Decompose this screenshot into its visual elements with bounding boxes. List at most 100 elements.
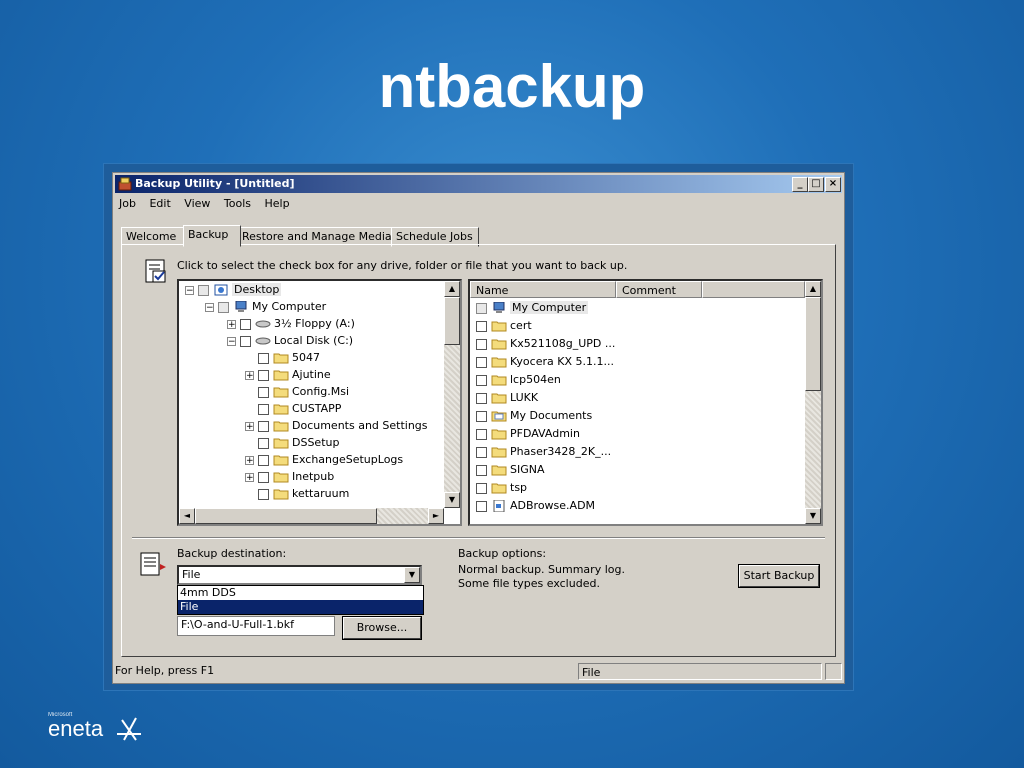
tree-node[interactable]: +3½ Floppy (A:) [227,315,355,332]
checkbox[interactable] [476,482,487,494]
checkbox[interactable] [476,428,487,440]
expand-icon[interactable]: + [245,455,254,465]
status-bar: For Help, press F1 File [115,661,842,681]
destination-dropdown-list[interactable]: 4mm DDS File [177,585,424,615]
checkbox[interactable] [198,284,209,296]
checkbox[interactable] [240,335,251,347]
scroll-right-icon[interactable]: ► [428,508,444,524]
folder-icon [491,483,507,494]
list-scroll-down-icon[interactable]: ▼ [805,508,821,524]
checkbox[interactable] [476,356,487,368]
tree-vertical-scrollbar[interactable]: ▲ ▼ [444,281,460,508]
list-item[interactable]: LUKK [476,389,538,406]
checkbox[interactable] [476,446,487,458]
checkbox[interactable] [258,352,269,364]
tree-node[interactable]: + Ajutine [245,366,331,383]
list-item[interactable]: tsp [476,479,527,496]
list-item[interactable]: My Computer [476,299,589,316]
tree-node[interactable]: − My Computer [205,298,326,315]
scroll-down-icon[interactable]: ▼ [444,492,460,508]
list-item-label: Kx521108g_UPD ... [510,337,616,350]
tree-node[interactable]: + Documents and Settings [245,417,428,434]
column-header-name[interactable]: Name [470,281,616,298]
list-item[interactable]: cert [476,317,532,334]
checkbox[interactable] [258,488,269,500]
resize-grip-icon[interactable] [825,663,842,680]
tree-node[interactable]: CUSTAPP [245,400,341,417]
expand-icon[interactable]: + [227,319,236,329]
tree-horizontal-scrollbar[interactable]: ◄ ► [179,508,444,524]
list-item[interactable]: PFDAVAdmin [476,425,580,442]
checkbox[interactable] [258,454,269,466]
expand-icon[interactable]: + [245,421,254,431]
tree-scroll-thumb[interactable] [444,297,460,345]
checkbox[interactable] [218,301,229,313]
list-item[interactable]: lcp504en [476,371,561,388]
column-header-comment[interactable]: Comment [616,281,702,298]
checkbox[interactable] [258,403,269,415]
file-list[interactable]: Name Comment My Computer cert Kx521108g_UP… [468,279,823,526]
folder-tree[interactable]: − Desktop − My Computer +3½ Floppy (A:) − Loca… [177,279,462,526]
list-vertical-scrollbar[interactable]: ▲ ▼ [805,281,821,524]
tree-node[interactable]: − Desktop [185,281,282,298]
checkbox[interactable] [258,386,269,398]
tree-node[interactable]: 5047 [245,349,320,366]
backup-destination-select[interactable]: File ▼ [177,565,422,585]
list-item[interactable]: ADBrowse.ADM [476,497,595,514]
documents-folder-icon [491,411,507,422]
tree-node[interactable]: + Inetpub [245,468,334,485]
backup-destination-value: File [182,568,201,581]
checkbox[interactable] [258,369,269,381]
tree-hscroll-thumb[interactable] [195,508,377,524]
checkbox[interactable] [476,302,487,314]
title-bar[interactable]: Backup Utility - [Untitled] _ □ × [115,175,842,193]
list-scroll-thumb[interactable] [805,297,821,391]
list-scroll-up-icon[interactable]: ▲ [805,281,821,297]
checkbox[interactable] [476,410,487,422]
maximize-button[interactable]: □ [808,177,824,192]
checkbox[interactable] [476,392,487,404]
list-item[interactable]: My Documents [476,407,592,424]
checkbox[interactable] [258,437,269,449]
tab-backup[interactable]: Backup [183,225,241,247]
backup-file-path[interactable]: F:\O-and-U-Full-1.bkf [177,616,335,636]
menu-job[interactable]: Job [119,197,136,210]
tree-node[interactable]: DSSetup [245,434,339,451]
checkbox[interactable] [240,318,251,330]
folder-icon [491,375,507,386]
menu-help[interactable]: Help [265,197,290,210]
chevron-down-icon[interactable]: ▼ [404,567,420,583]
list-item[interactable]: Kx521108g_UPD ... [476,335,615,352]
list-item[interactable]: SIGNA [476,461,545,478]
menu-view[interactable]: View [184,197,210,210]
list-item[interactable]: Kyocera KX 5.1.1... [476,353,614,370]
checkbox[interactable] [476,338,487,350]
start-backup-button[interactable]: Start Backup [738,564,820,588]
checkbox[interactable] [476,500,487,512]
collapse-icon[interactable]: − [185,285,194,295]
scroll-left-icon[interactable]: ◄ [179,508,195,524]
minimize-button[interactable]: _ [792,177,808,192]
tree-node-label: My Computer [252,300,327,313]
menu-edit[interactable]: Edit [149,197,170,210]
menu-tools[interactable]: Tools [224,197,251,210]
tree-node[interactable]: Config.Msi [245,383,349,400]
collapse-icon[interactable]: − [227,336,236,346]
option-file[interactable]: File [178,600,423,614]
expand-icon[interactable]: + [245,370,254,380]
checkbox[interactable] [258,471,269,483]
list-item[interactable]: Phaser3428_2K_... [476,443,611,460]
checkbox[interactable] [476,374,487,386]
expand-icon[interactable]: + [245,472,254,482]
scroll-up-icon[interactable]: ▲ [444,281,460,297]
tree-node[interactable]: + ExchangeSetupLogs [245,451,403,468]
collapse-icon[interactable]: − [205,302,214,312]
option-4mm-dds[interactable]: 4mm DDS [178,586,423,600]
checkbox[interactable] [476,464,487,476]
tree-node[interactable]: kettaruum [245,485,349,502]
checkbox[interactable] [476,320,487,332]
browse-button[interactable]: Browse... [342,616,422,640]
tree-node[interactable]: − Local Disk (C:) [227,332,353,349]
close-button[interactable]: × [825,177,841,192]
checkbox[interactable] [258,420,269,432]
